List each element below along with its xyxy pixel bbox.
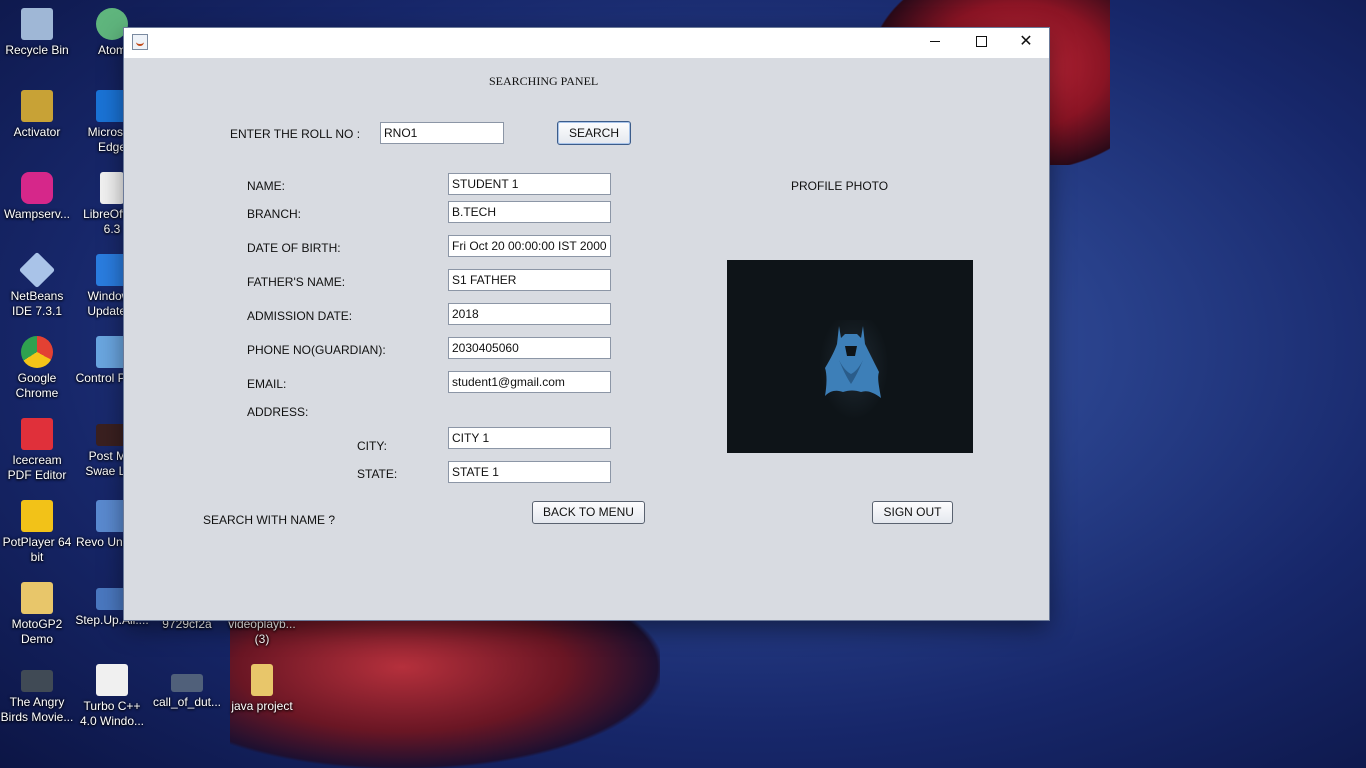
desktop-icon-activator[interactable]: Activator [0, 90, 74, 140]
desktop-icon-label: Turbo C++ 4.0 Windo... [79, 699, 145, 728]
father-name-label: FATHER'S NAME: [247, 275, 346, 289]
back-to-menu-button[interactable]: BACK TO MENU [532, 501, 645, 524]
city-field[interactable]: CITY 1 [448, 427, 611, 449]
desktop-icon-label: NetBeans IDE 7.3.1 [10, 289, 64, 318]
folder-icon [251, 664, 273, 696]
desktop-icon-label: Wampserv... [3, 207, 70, 221]
phone-label: PHONE NO(GUARDIAN): [247, 343, 386, 357]
panel-title: SEARCHING PANEL [489, 74, 599, 88]
desktop-icon-label: The Angry Birds Movie... [0, 695, 74, 724]
title-bar[interactable]: ✕ [124, 28, 1049, 58]
image-icon [171, 674, 203, 692]
desktop-icon-label: call_of_dut... [152, 695, 222, 709]
name-label: NAME: [247, 179, 286, 193]
potplayer-icon [21, 500, 53, 532]
pdf-icon [21, 418, 53, 450]
name-field[interactable]: STUDENT 1 [448, 173, 611, 195]
java-app-icon [132, 34, 148, 50]
search-with-name-link[interactable]: SEARCH WITH NAME ? [203, 513, 335, 527]
phone-field[interactable]: 2030405060 [448, 337, 611, 359]
desktop-icon-label: Atom [97, 43, 126, 57]
desktop-icon-motogp2[interactable]: MotoGP2 Demo [0, 582, 74, 647]
recycle-bin-icon [21, 8, 53, 40]
folder-icon [21, 582, 53, 614]
desktop-icon-turbo-cpp[interactable]: Turbo C++ 4.0 Windo... [75, 664, 149, 729]
archive-icon [21, 90, 53, 122]
desktop-icon-chrome[interactable]: Google Chrome [0, 336, 74, 401]
maximize-icon [975, 36, 987, 48]
desktop-icon-wampserver[interactable]: Wampserv... [0, 172, 74, 222]
document-icon [100, 172, 124, 204]
desktop-icon-label: Icecream PDF Editor [7, 453, 67, 482]
desktop-icon-icecream-pdf[interactable]: Icecream PDF Editor [0, 418, 74, 483]
close-icon: ✕ [1019, 33, 1033, 50]
desktop-icon-call-of-duty[interactable]: call_of_dut... [150, 664, 224, 710]
netbeans-cube-icon [18, 251, 56, 289]
roll-no-label: ENTER THE ROLL NO : [230, 127, 361, 141]
profile-photo [727, 260, 973, 453]
father-name-field[interactable]: S1 FATHER [448, 269, 611, 291]
dob-field[interactable]: Fri Oct 20 00:00:00 IST 2000 [448, 235, 611, 257]
dob-label: DATE OF BIRTH: [247, 241, 341, 255]
email-label: EMAIL: [247, 377, 287, 391]
video-thumbnail-icon [21, 670, 53, 692]
state-label: STATE: [357, 467, 398, 481]
desktop-icon-netbeans[interactable]: NetBeans IDE 7.3.1 [0, 251, 74, 319]
profile-photo-label: PROFILE PHOTO [791, 179, 889, 193]
minimize-icon [930, 41, 940, 43]
branch-field[interactable]: B.TECH [448, 201, 611, 223]
desktop-icon-angry-birds[interactable]: The Angry Birds Movie... [0, 664, 74, 725]
admission-date-label: ADMISSION DATE: [247, 309, 353, 323]
desktop-icon-recycle-bin[interactable]: Recycle Bin [0, 8, 74, 58]
apple-icon [96, 664, 128, 696]
email-field[interactable]: student1@gmail.com [448, 371, 611, 393]
branch-label: BRANCH: [247, 207, 302, 221]
chrome-icon [21, 336, 53, 368]
desktop-icon-label: java project [231, 699, 293, 713]
desktop-icon-label: Activator [13, 125, 61, 139]
desktop-icon-label: PotPlayer 64 bit [2, 535, 72, 564]
minimize-button[interactable] [912, 28, 958, 58]
desktop-icon-label: Google Chrome [15, 371, 59, 400]
address-label: ADDRESS: [247, 405, 309, 419]
desktop-icon-label: videoplayb... (3) [228, 617, 296, 646]
wampserver-icon [21, 172, 53, 204]
roll-no-input[interactable]: RNO1 [380, 122, 504, 144]
desktop-icon-potplayer[interactable]: PotPlayer 64 bit [0, 500, 74, 565]
search-button[interactable]: SEARCH [557, 121, 631, 145]
close-button[interactable]: ✕ [1003, 28, 1049, 58]
batman-figure-icon [825, 326, 881, 398]
search-window: ✕ SEARCHING PANEL ENTER THE ROLL NO : RN… [124, 28, 1049, 620]
searching-panel: SEARCHING PANEL ENTER THE ROLL NO : RNO1… [124, 58, 1049, 620]
state-field[interactable]: STATE 1 [448, 461, 611, 483]
desktop-icon-label: MotoGP2 Demo [11, 617, 63, 646]
admission-date-field[interactable]: 2018 [448, 303, 611, 325]
desktop-icon-label: Recycle Bin [5, 43, 69, 57]
maximize-button[interactable] [958, 28, 1004, 58]
desktop-icon-java-project[interactable]: java project [225, 664, 299, 714]
sign-out-button[interactable]: SIGN OUT [872, 501, 953, 524]
city-label: CITY: [357, 439, 388, 453]
